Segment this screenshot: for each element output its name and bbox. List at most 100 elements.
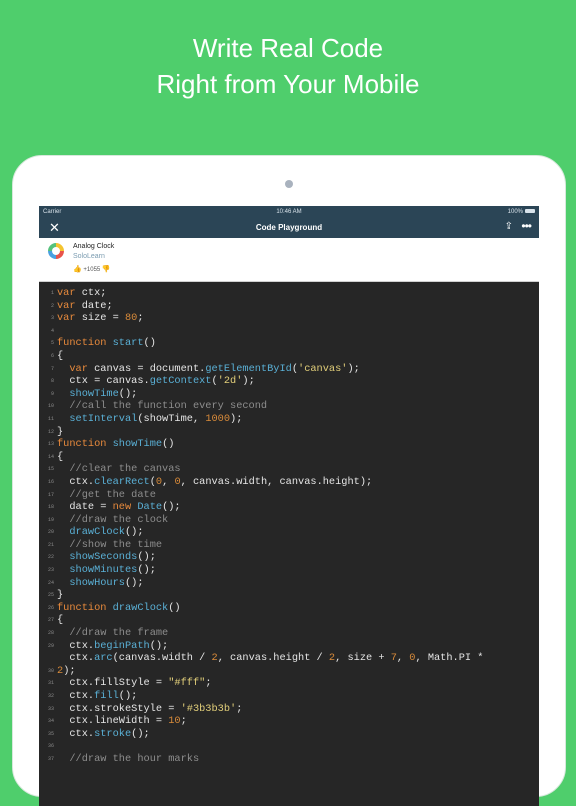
code-line[interactable]: 21 //show the time <box>39 539 539 552</box>
code-line[interactable]: 26 function drawClock() <box>39 602 539 615</box>
code-text: { <box>57 450 64 463</box>
vote-count: +1055 <box>83 267 101 273</box>
code-line[interactable]: 35 ctx.stroke(); <box>39 728 539 741</box>
status-bar: Carrier 10:46 AM 100% <box>39 206 539 218</box>
line-number: 6 <box>50 352 54 359</box>
code-text: drawClock(); <box>69 526 144 539</box>
line-number: 5 <box>50 340 54 347</box>
code-line[interactable]: 7 var canvas = document.getElementById('… <box>39 363 539 376</box>
code-line[interactable]: 3 var size = 80; <box>39 312 539 325</box>
code-text: var ctx; <box>57 287 107 299</box>
code-line[interactable]: 18 date = new Date(); <box>39 501 539 514</box>
code-text: ctx.beginPath(); <box>57 639 169 652</box>
code-line[interactable]: 12} <box>39 426 539 439</box>
code-text: { <box>57 349 64 362</box>
code-line[interactable]: 9 showTime(); <box>39 388 539 401</box>
line-number: 24 <box>47 579 54 586</box>
status-time: 10:46 AM <box>276 209 302 215</box>
code-text: showHours(); <box>69 576 144 589</box>
code-line[interactable]: 34 ctx.lineWidth = 10; <box>39 715 539 728</box>
code-line[interactable]: 37 //draw the hour marks <box>39 753 539 766</box>
battery-percent: 100% <box>507 209 523 215</box>
code-text: ctx.strokeStyle = '#3b3b3b'; <box>57 702 243 715</box>
code-info-header: Analog Clock SoloLearn 👍 +1055 👎 <box>39 238 539 282</box>
code-line[interactable]: 30 2); <box>39 665 539 678</box>
line-number: 28 <box>47 630 54 637</box>
line-number: 7 <box>50 365 54 372</box>
code-line[interactable]: 16 ctx.clearRect(0, 0, canvas.width, can… <box>39 476 539 489</box>
code-line[interactable]: 22 showSeconds(); <box>39 551 539 564</box>
code-line[interactable]: 8 ctx = canvas.getContext('2d'); <box>39 375 539 388</box>
line-number: 21 <box>47 541 54 548</box>
line-number: 1 <box>50 290 54 296</box>
line-number: 10 <box>47 403 54 410</box>
share-icon[interactable]: ⇪ <box>505 221 513 232</box>
code-line[interactable]: 14{ <box>39 451 539 464</box>
code-line[interactable]: ctx.arc(canvas.width / 2, canvas.height … <box>39 652 539 665</box>
code-line[interactable]: 33 ctx.strokeStyle = '#3b3b3b'; <box>39 703 539 716</box>
thumbs-up-icon[interactable]: 👍 <box>73 266 82 273</box>
headline-line-1: Write Real Code <box>192 33 384 63</box>
code-text: } <box>57 589 64 602</box>
code-line[interactable]: 31 ctx.fillStyle = "#fff"; <box>39 677 539 690</box>
line-number: 25 <box>47 592 54 599</box>
app-screen: Carrier 10:46 AM 100% ✕ Code Playground … <box>39 206 539 806</box>
code-text: function showTime() <box>57 438 175 451</box>
code-line[interactable]: 32 ctx.fill(); <box>39 690 539 703</box>
code-line[interactable]: 23 showMinutes(); <box>39 564 539 577</box>
code-text: showMinutes(); <box>69 564 156 577</box>
code-line[interactable]: 2 var date; <box>39 300 539 313</box>
code-text: //draw the clock <box>69 513 169 526</box>
tablet-frame: Carrier 10:46 AM 100% ✕ Code Playground … <box>12 155 566 806</box>
code-text: //draw the frame <box>69 627 169 640</box>
code-text: var canvas = document.getElementById('ca… <box>69 362 360 375</box>
code-line[interactable]: 28 //draw the frame <box>39 627 539 640</box>
line-number: 20 <box>47 529 54 536</box>
headline-line-2: Right from Your Mobile <box>156 69 420 99</box>
line-number: 22 <box>47 554 54 561</box>
code-line[interactable]: 19 //draw the clock <box>39 514 539 527</box>
code-text: { <box>57 614 64 627</box>
code-line[interactable]: 4 <box>39 325 539 338</box>
code-text: //show the time <box>69 538 163 551</box>
code-line[interactable]: 27{ <box>39 614 539 627</box>
line-number: 30 <box>47 667 54 674</box>
camera-dot <box>285 180 293 188</box>
code-text: //get the date <box>69 488 156 501</box>
code-text: ctx = canvas.getContext('2d'); <box>57 375 255 388</box>
line-number: 31 <box>47 680 54 687</box>
code-line[interactable]: 11 setInterval(showTime, 1000); <box>39 413 539 426</box>
code-line[interactable]: 10 //call the function every second <box>39 400 539 413</box>
code-line[interactable]: 15 //clear the canvas <box>39 463 539 476</box>
line-number: 15 <box>47 466 54 473</box>
thumbs-down-icon[interactable]: 👎 <box>102 266 111 273</box>
code-line[interactable]: 25} <box>39 589 539 602</box>
code-line[interactable]: 29 ctx.beginPath(); <box>39 640 539 653</box>
more-icon[interactable]: ••• <box>521 219 532 233</box>
code-line[interactable]: 13 function showTime() <box>39 438 539 451</box>
line-number: 32 <box>47 693 54 699</box>
code-text: //draw the hour marks <box>69 752 200 765</box>
code-line[interactable]: 20 drawClock(); <box>39 526 539 539</box>
code-line[interactable]: 24 showHours(); <box>39 577 539 590</box>
line-number: 29 <box>47 642 54 649</box>
code-text: //call the function every second <box>69 400 268 413</box>
code-author[interactable]: SoloLearn <box>73 253 105 260</box>
code-editor[interactable]: 1 var ctx; 2 var date; 3 var size = 80; 4 5 func… <box>39 282 539 766</box>
line-number: 4 <box>50 327 54 334</box>
code-text: //clear the canvas <box>69 463 181 476</box>
code-line[interactable]: 36 <box>39 740 539 753</box>
line-number: 12 <box>47 428 54 435</box>
code-title: Analog Clock <box>73 243 115 250</box>
code-line[interactable]: 5 function start() <box>39 337 539 350</box>
line-number: 33 <box>47 705 54 712</box>
code-text: ctx.fill(); <box>57 690 138 702</box>
code-line[interactable]: 6{ <box>39 350 539 363</box>
battery-icon <box>525 209 535 214</box>
line-number: 13 <box>47 441 54 448</box>
code-line[interactable]: 17 //get the date <box>39 489 539 502</box>
headline: Write Real Code Right from Your Mobile <box>0 30 576 102</box>
line-number: 36 <box>47 743 54 750</box>
code-text: 2); <box>57 664 76 677</box>
code-line[interactable]: 1 var ctx; <box>39 287 539 300</box>
